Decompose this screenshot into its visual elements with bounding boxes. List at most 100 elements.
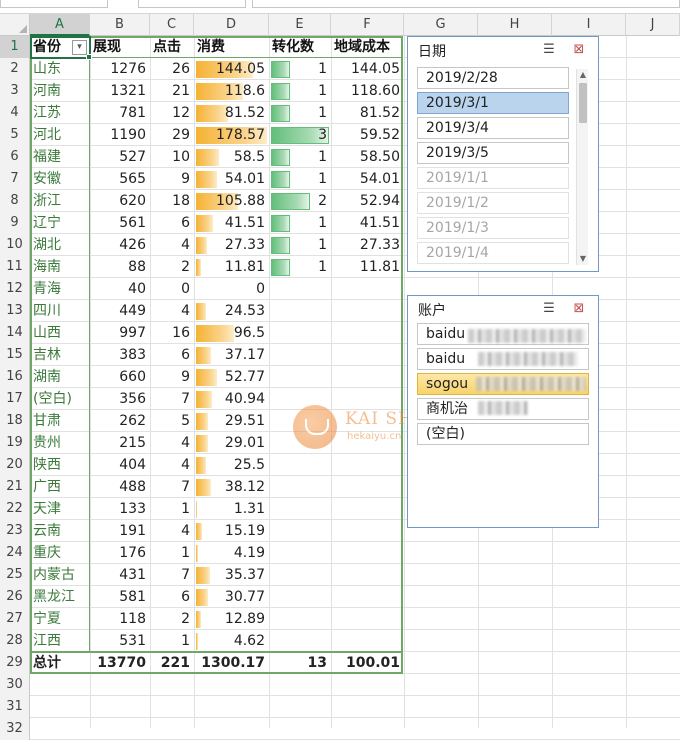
pivot-cell-impressions[interactable]: 1276: [90, 58, 150, 80]
pivot-cell-impressions[interactable]: 531: [90, 630, 150, 652]
pivot-cell-conversions[interactable]: [269, 366, 331, 388]
pivot-cell-province[interactable]: 黑龙江: [30, 586, 90, 608]
pivot-cell-province[interactable]: 宁夏: [30, 608, 90, 630]
multi-select-icon[interactable]: ☰: [540, 300, 558, 318]
pivot-header-clicks[interactable]: 点击: [150, 36, 194, 58]
pivot-cell-spend[interactable]: 15.19: [194, 520, 269, 542]
pivot-cell-impressions[interactable]: 581: [90, 586, 150, 608]
pivot-cell-clicks[interactable]: 18: [150, 190, 194, 212]
slicer-item[interactable]: (空白): [417, 423, 589, 445]
slicer-item[interactable]: 2019/2/28: [417, 67, 569, 89]
pivot-cell-conversions[interactable]: [269, 322, 331, 344]
formula-content[interactable]: [252, 0, 680, 8]
row-header[interactable]: 15: [0, 344, 30, 366]
pivot-cell-impressions[interactable]: 660: [90, 366, 150, 388]
pivot-cell-region_cost[interactable]: [331, 586, 404, 608]
pivot-total-province[interactable]: 总计: [30, 652, 90, 674]
pivot-cell-region_cost[interactable]: [331, 564, 404, 586]
pivot-cell-region_cost[interactable]: 52.94: [331, 190, 404, 212]
scroll-thumb[interactable]: [579, 83, 587, 123]
pivot-cell-impressions[interactable]: 191: [90, 520, 150, 542]
column-header-g[interactable]: G: [404, 14, 478, 36]
column-header-e[interactable]: E: [269, 14, 331, 36]
pivot-cell-region_cost[interactable]: [331, 300, 404, 322]
pivot-cell-conversions[interactable]: 1: [269, 212, 331, 234]
pivot-cell-province[interactable]: 贵州: [30, 432, 90, 454]
filter-sort-dropdown-icon[interactable]: ▾: [72, 40, 87, 55]
pivot-cell-spend[interactable]: 4.62: [194, 630, 269, 652]
row-header[interactable]: 5: [0, 124, 30, 146]
pivot-cell-province[interactable]: 江西: [30, 630, 90, 652]
pivot-cell-spend[interactable]: 24.53: [194, 300, 269, 322]
pivot-cell-impressions[interactable]: 383: [90, 344, 150, 366]
pivot-cell-region_cost[interactable]: 11.81: [331, 256, 404, 278]
row-header[interactable]: 19: [0, 432, 30, 454]
pivot-cell-region_cost[interactable]: [331, 542, 404, 564]
pivot-cell-conversions[interactable]: [269, 498, 331, 520]
column-header-b[interactable]: B: [90, 14, 150, 36]
pivot-cell-conversions[interactable]: [269, 344, 331, 366]
pivot-cell-clicks[interactable]: 2: [150, 608, 194, 630]
pivot-cell-spend[interactable]: 144.05: [194, 58, 269, 80]
pivot-cell-impressions[interactable]: 449: [90, 300, 150, 322]
pivot-cell-spend[interactable]: 29.01: [194, 432, 269, 454]
pivot-cell-conversions[interactable]: 1: [269, 168, 331, 190]
pivot-cell-region_cost[interactable]: [331, 454, 404, 476]
row-header[interactable]: 32: [0, 718, 30, 740]
pivot-cell-impressions[interactable]: 262: [90, 410, 150, 432]
pivot-cell-region_cost[interactable]: 81.52: [331, 102, 404, 124]
pivot-cell-spend[interactable]: 35.37: [194, 564, 269, 586]
row-header[interactable]: 22: [0, 498, 30, 520]
pivot-cell-region_cost[interactable]: 58.50: [331, 146, 404, 168]
multi-select-icon[interactable]: ☰: [540, 41, 558, 59]
pivot-cell-conversions[interactable]: 1: [269, 80, 331, 102]
row-header[interactable]: 27: [0, 608, 30, 630]
pivot-cell-province[interactable]: 河南: [30, 80, 90, 102]
pivot-cell-region_cost[interactable]: 41.51: [331, 212, 404, 234]
row-header[interactable]: 11: [0, 256, 30, 278]
pivot-cell-clicks[interactable]: 7: [150, 564, 194, 586]
pivot-header-region_cost[interactable]: 地域成本: [331, 36, 404, 58]
row-header[interactable]: 17: [0, 388, 30, 410]
pivot-cell-impressions[interactable]: 1321: [90, 80, 150, 102]
pivot-cell-region_cost[interactable]: 59.52: [331, 124, 404, 146]
pivot-cell-province[interactable]: 四川: [30, 300, 90, 322]
pivot-cell-clicks[interactable]: 6: [150, 212, 194, 234]
pivot-cell-impressions[interactable]: 431: [90, 564, 150, 586]
pivot-cell-region_cost[interactable]: [331, 366, 404, 388]
row-header[interactable]: 20: [0, 454, 30, 476]
pivot-cell-spend[interactable]: 1.31: [194, 498, 269, 520]
pivot-cell-impressions[interactable]: 426: [90, 234, 150, 256]
slicer-item[interactable]: 2019/1/1: [417, 167, 569, 189]
pivot-cell-province[interactable]: 甘肃: [30, 410, 90, 432]
pivot-cell-clicks[interactable]: 4: [150, 234, 194, 256]
slicer-date[interactable]: 日期 ☰ ⊠ 2019/2/28 2019/3/1 2019/3/4 2019/3/5…: [407, 36, 599, 272]
pivot-cell-province[interactable]: 浙江: [30, 190, 90, 212]
pivot-cell-impressions[interactable]: 1190: [90, 124, 150, 146]
pivot-cell-province[interactable]: 云南: [30, 520, 90, 542]
row-header[interactable]: 6: [0, 146, 30, 168]
pivot-cell-clicks[interactable]: 4: [150, 432, 194, 454]
pivot-total-clicks[interactable]: 221: [150, 652, 194, 674]
row-header[interactable]: 24: [0, 542, 30, 564]
pivot-cell-conversions[interactable]: 1: [269, 146, 331, 168]
pivot-cell-province[interactable]: 山东: [30, 58, 90, 80]
pivot-cell-clicks[interactable]: 5: [150, 410, 194, 432]
column-header-h[interactable]: H: [478, 14, 552, 36]
row-header[interactable]: 12: [0, 278, 30, 300]
column-header-c[interactable]: C: [150, 14, 194, 36]
pivot-cell-province[interactable]: (空白): [30, 388, 90, 410]
pivot-cell-clicks[interactable]: 10: [150, 146, 194, 168]
pivot-cell-conversions[interactable]: [269, 476, 331, 498]
row-header[interactable]: 25: [0, 564, 30, 586]
pivot-cell-spend[interactable]: 96.5: [194, 322, 269, 344]
pivot-cell-clicks[interactable]: 4: [150, 300, 194, 322]
pivot-cell-clicks[interactable]: 4: [150, 520, 194, 542]
pivot-cell-spend[interactable]: 4.19: [194, 542, 269, 564]
pivot-cell-spend[interactable]: 25.5: [194, 454, 269, 476]
pivot-cell-province[interactable]: 辽宁: [30, 212, 90, 234]
pivot-cell-spend[interactable]: 27.33: [194, 234, 269, 256]
pivot-cell-conversions[interactable]: [269, 300, 331, 322]
pivot-cell-conversions[interactable]: [269, 542, 331, 564]
pivot-cell-clicks[interactable]: 21: [150, 80, 194, 102]
